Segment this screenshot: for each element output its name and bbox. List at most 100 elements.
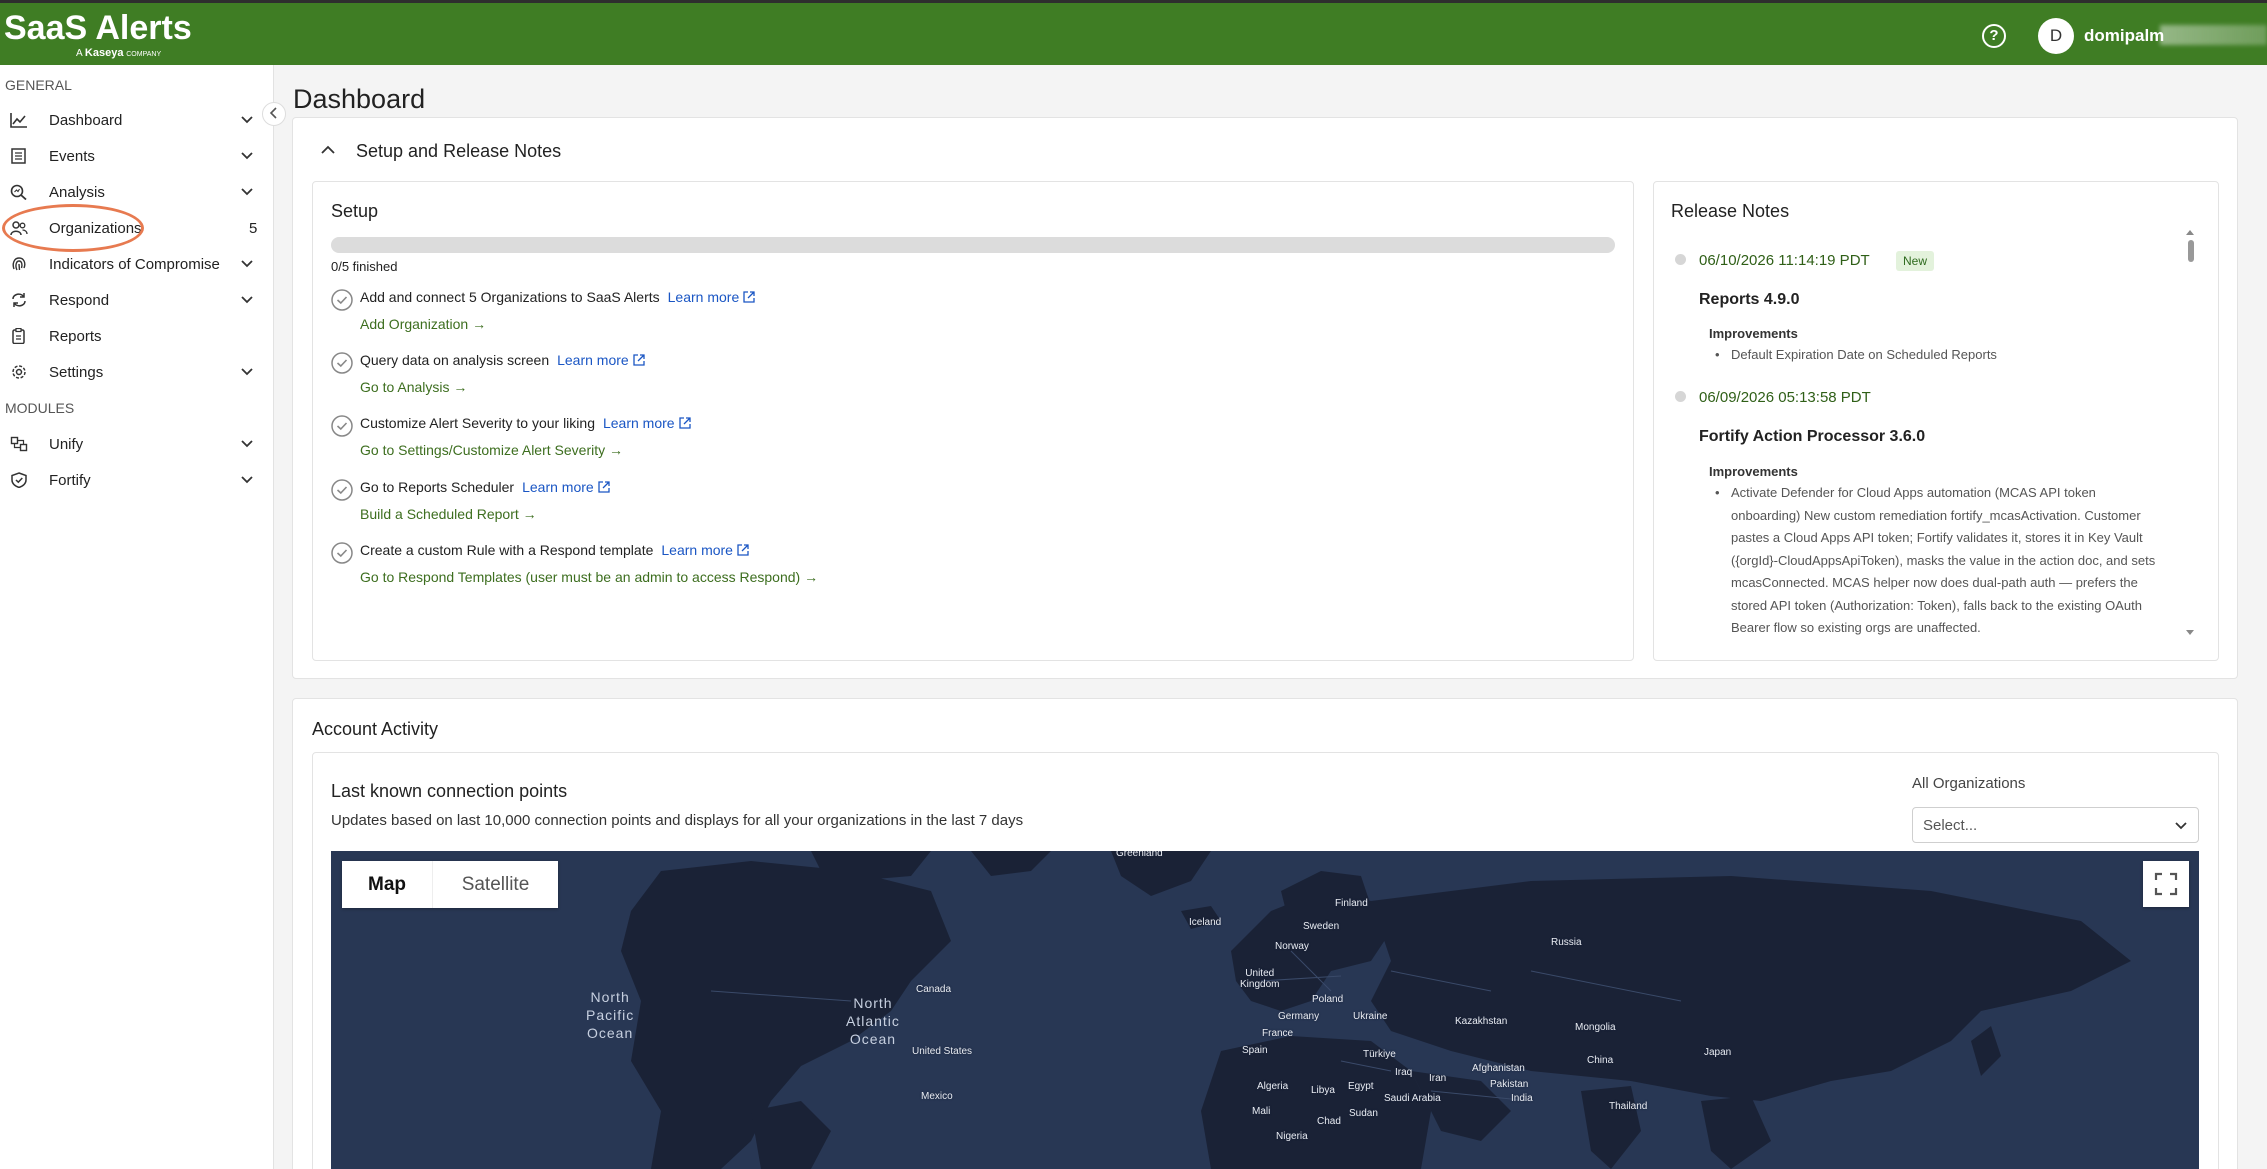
scroll-down-arrow[interactable] bbox=[2186, 630, 2194, 635]
organization-select[interactable]: Select... bbox=[1912, 807, 2199, 843]
chevron-down-icon bbox=[2175, 822, 2187, 830]
learn-more-link[interactable]: Learn more bbox=[603, 415, 691, 431]
satellite-view-button[interactable]: Satellite bbox=[433, 861, 558, 908]
collapse-sidebar-button[interactable] bbox=[262, 102, 286, 126]
map-label: Sweden bbox=[1303, 921, 1340, 932]
release-notes-scrollbar[interactable] bbox=[2188, 240, 2194, 262]
sidebar-section-general: GENERAL bbox=[5, 77, 72, 93]
map-label: Mali bbox=[1252, 1106, 1271, 1117]
map-description: Updates based on last 10,000 connection … bbox=[331, 812, 1024, 829]
sidebar-item-label: Respond bbox=[49, 292, 110, 309]
sidebar-item-respond[interactable]: Respond bbox=[0, 285, 274, 315]
check-circle-icon bbox=[331, 542, 353, 564]
learn-more-link[interactable]: Learn more bbox=[522, 479, 610, 495]
map-label: Japan bbox=[1704, 1047, 1732, 1058]
map-label: Finland bbox=[1335, 898, 1368, 909]
setup-step: Query data on analysis screen Learn more … bbox=[331, 350, 1531, 404]
gear-icon bbox=[12, 365, 26, 379]
setup-step: Add and connect 5 Organizations to SaaS … bbox=[331, 287, 1531, 341]
sidebar: GENERAL Dashboard Events Analysis Organi… bbox=[0, 65, 274, 1169]
chevron-down-icon[interactable] bbox=[240, 365, 254, 379]
map-label: Thailand bbox=[1609, 1101, 1648, 1112]
page-title: Dashboard bbox=[293, 84, 426, 114]
ocean-label: North Pacific Ocean bbox=[586, 989, 635, 1041]
map-label: Ukraine bbox=[1353, 1011, 1388, 1022]
chevron-up-icon[interactable] bbox=[320, 142, 336, 158]
step-action-link[interactable]: Add Organization → bbox=[360, 316, 486, 332]
setup-step: Go to Reports Scheduler Learn more Build … bbox=[331, 477, 1531, 531]
map-label: Iceland bbox=[1189, 917, 1222, 928]
clipboard-icon bbox=[12, 328, 25, 344]
username-redaction bbox=[2160, 25, 2267, 45]
section-title-setup-release[interactable]: Setup and Release Notes bbox=[356, 141, 561, 162]
select-placeholder: Select... bbox=[1923, 817, 1978, 834]
step-action-link[interactable]: Go to Respond Templates (user must be an… bbox=[360, 569, 818, 585]
map-label: Spain bbox=[1242, 1045, 1268, 1056]
map-label: United States bbox=[912, 1046, 973, 1057]
scroll-up-arrow[interactable] bbox=[2186, 230, 2194, 235]
map-label: Mongolia bbox=[1575, 1022, 1616, 1033]
world-map[interactable]: North Pacific Ocean North Atlantic Ocean Gre… bbox=[331, 851, 2199, 1169]
release-bullet-line: pastes a Cloud Apps API token; Fortify v… bbox=[1731, 530, 2143, 545]
timeline-dot bbox=[1675, 391, 1686, 402]
release-title: Fortify Action Processor 3.6.0 bbox=[1699, 428, 1926, 445]
setup-title: Setup bbox=[331, 201, 379, 221]
chevron-left-icon bbox=[269, 107, 277, 119]
chevron-down-icon[interactable] bbox=[240, 473, 254, 487]
map-label: United Kingdom bbox=[1240, 968, 1280, 990]
sidebar-item-events[interactable]: Events bbox=[0, 141, 274, 171]
help-icon[interactable]: ? bbox=[1982, 24, 2006, 48]
sidebar-item-reports[interactable]: Reports bbox=[0, 321, 274, 351]
avatar[interactable]: D bbox=[2038, 18, 2074, 54]
chevron-down-icon[interactable] bbox=[240, 257, 254, 271]
magnify-chart-icon bbox=[10, 184, 27, 200]
external-link-icon bbox=[737, 544, 749, 556]
map-label: India bbox=[1511, 1093, 1533, 1104]
setup-step: Customize Alert Severity to your liking L… bbox=[331, 413, 1531, 467]
filter-label: All Organizations bbox=[1912, 775, 2026, 792]
map-label: Kazakhstan bbox=[1455, 1016, 1508, 1027]
map-label: Egypt bbox=[1348, 1081, 1374, 1092]
fullscreen-button[interactable] bbox=[2143, 861, 2189, 907]
map-label: Türkiye bbox=[1363, 1049, 1396, 1060]
map-type-toggle: Map Satellite bbox=[342, 861, 558, 908]
step-action-link[interactable]: Go to Settings/Customize Alert Severity … bbox=[360, 442, 623, 458]
chevron-down-icon[interactable] bbox=[240, 293, 254, 307]
chevron-down-icon[interactable] bbox=[240, 149, 254, 163]
refresh-icon bbox=[12, 293, 26, 307]
logo-text: SaaS Alerts bbox=[4, 9, 192, 47]
sidebar-item-indicators[interactable]: Indicators of Compromise bbox=[0, 249, 274, 279]
learn-more-link[interactable]: Learn more bbox=[668, 289, 756, 305]
sidebar-item-label: Settings bbox=[49, 364, 104, 381]
sidebar-item-fortify[interactable]: Fortify bbox=[0, 465, 274, 495]
saas-alerts-logo[interactable]: SaaS Alerts A Kaseya COMPANY bbox=[4, 9, 192, 59]
sidebar-item-label: Analysis bbox=[49, 184, 105, 201]
map-label: Sudan bbox=[1349, 1108, 1378, 1119]
chevron-down-icon[interactable] bbox=[240, 113, 254, 127]
release-bullet-line: mcasConnected. MCAS helper now does dual… bbox=[1731, 575, 2138, 590]
sidebar-item-label: Events bbox=[49, 148, 95, 165]
sidebar-item-unify[interactable]: Unify bbox=[0, 429, 274, 459]
release-notes-title: Release Notes bbox=[1671, 201, 1790, 221]
chevron-down-icon[interactable] bbox=[240, 437, 254, 451]
check-circle-icon bbox=[331, 479, 353, 501]
sidebar-item-analysis[interactable]: Analysis bbox=[0, 177, 274, 207]
release-bullet-line: ({orgId}-CloudAppsApiToken), masks the v… bbox=[1731, 552, 2156, 568]
map-label: Greenland bbox=[1116, 851, 1163, 859]
learn-more-link[interactable]: Learn more bbox=[661, 542, 749, 558]
step-action-link[interactable]: Build a Scheduled Report → bbox=[360, 506, 537, 522]
map-view-button[interactable]: Map bbox=[342, 861, 433, 908]
step-text: Query data on analysis screen bbox=[360, 352, 550, 368]
sidebar-item-settings[interactable]: Settings bbox=[0, 357, 274, 387]
chevron-down-icon[interactable] bbox=[240, 185, 254, 199]
release-subtitle: Improvements bbox=[1709, 326, 1798, 341]
sidebar-item-dashboard[interactable]: Dashboard bbox=[0, 105, 274, 135]
username[interactable]: domipalm bbox=[2084, 26, 2164, 46]
release-bullet-line: Bearer flow so existing orgs are unaffec… bbox=[1731, 620, 1981, 635]
unify-icon bbox=[10, 436, 28, 452]
sidebar-item-label: Unify bbox=[49, 436, 84, 453]
map-label: Poland bbox=[1312, 994, 1344, 1005]
map-label: Germany bbox=[1278, 1011, 1320, 1022]
learn-more-link[interactable]: Learn more bbox=[557, 352, 645, 368]
step-action-link[interactable]: Go to Analysis → bbox=[360, 379, 467, 395]
